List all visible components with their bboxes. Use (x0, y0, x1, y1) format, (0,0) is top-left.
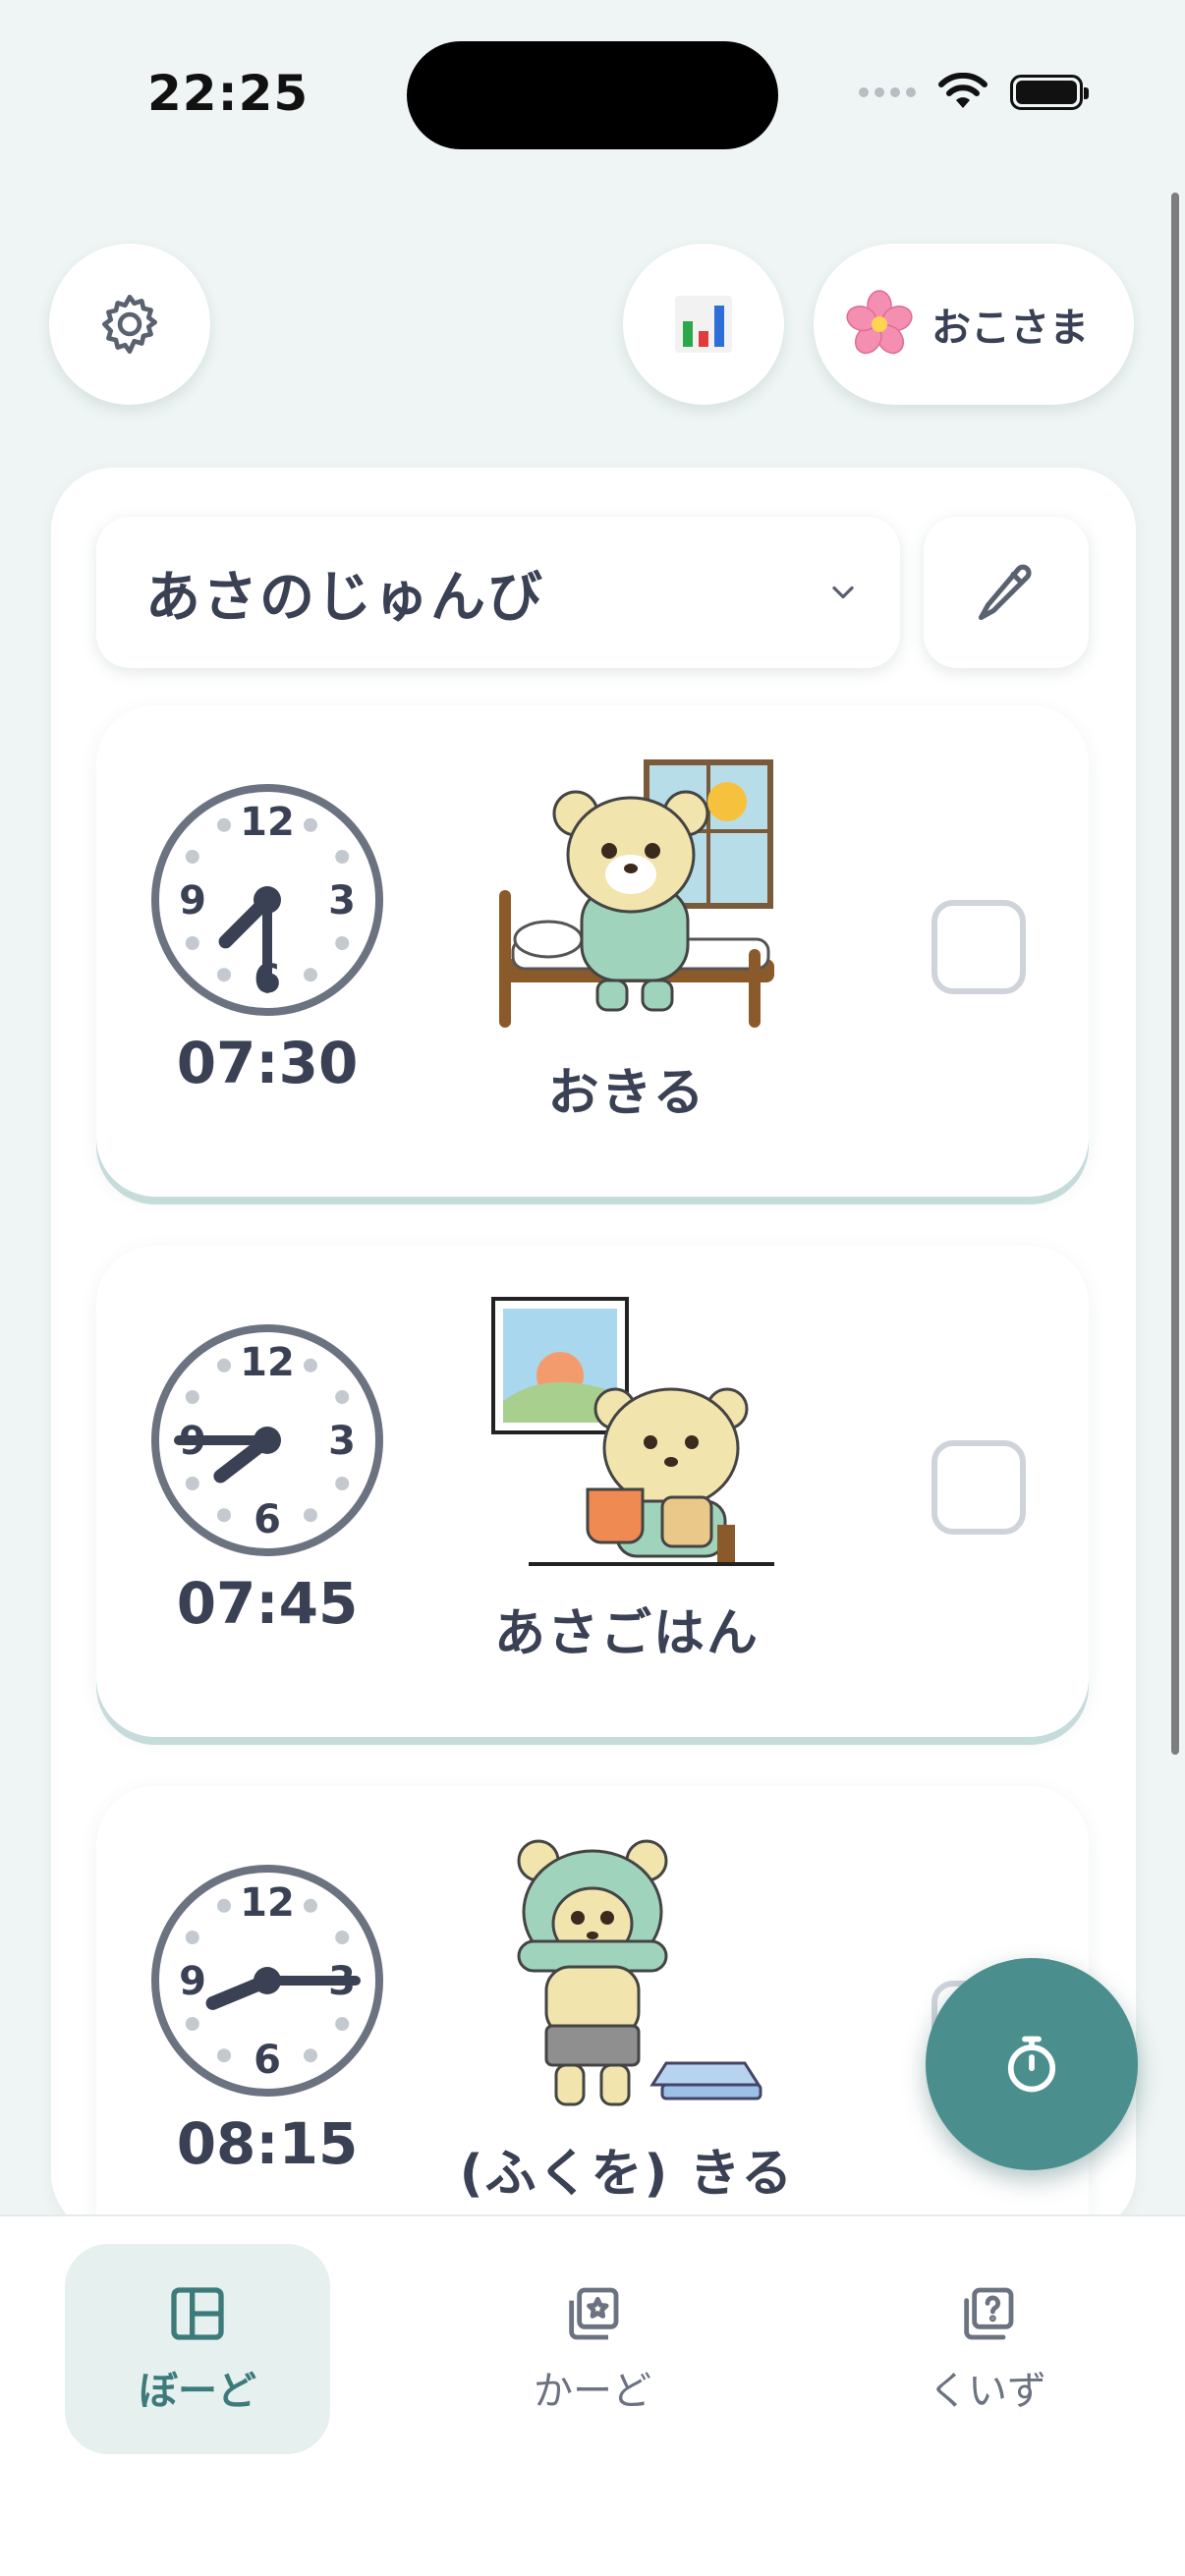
profile-button[interactable]: おこさま (814, 244, 1134, 405)
clock-tick (185, 1477, 199, 1490)
clock-tick (335, 1390, 350, 1404)
task-time: 08:15 (176, 2110, 359, 2177)
tab-quiz-label: くいず (929, 2369, 1046, 2414)
bear-getting-dressed-illustration (517, 1839, 762, 2106)
routine-dropdown[interactable]: あさのじゅんび (96, 517, 900, 668)
clock-tick (185, 1390, 199, 1404)
timer-button[interactable] (926, 1958, 1138, 2170)
stats-button[interactable] (623, 244, 784, 405)
analog-clock: 12 3 6 9 (151, 1865, 383, 2097)
clock-tick (304, 968, 317, 982)
clock-tick (185, 850, 199, 864)
task-time: 07:30 (176, 1030, 359, 1096)
clock-tick (217, 1898, 231, 1913)
status-time: 22:25 (147, 65, 310, 122)
tab-cards-label: かーど (534, 2369, 651, 2414)
cherry-blossom-icon (846, 290, 913, 355)
clock-number-9: 9 (179, 1959, 206, 2004)
clock-number-6: 6 (254, 2038, 281, 2083)
routine-title: あさのじゅんび (145, 565, 544, 630)
clock-number-3: 3 (328, 1419, 356, 1464)
tab-cards[interactable]: かーど (460, 2244, 725, 2454)
status-bar: 22:25 (0, 0, 1185, 187)
scroll-indicator[interactable] (1171, 193, 1179, 1755)
routine-board: あさのじゅんび 12 3 6 9 07:30 (51, 468, 1136, 2236)
clock-number-12: 12 (240, 1340, 295, 1385)
clock-tick (335, 936, 350, 950)
task-time: 07:45 (176, 1570, 359, 1637)
clock-number-12: 12 (240, 800, 295, 845)
profile-name: おこさま (931, 306, 1089, 351)
battery-icon (1010, 75, 1089, 110)
pencil-icon (978, 564, 1032, 621)
clock-tick (304, 817, 317, 832)
clock-number-3: 3 (328, 878, 356, 924)
clock-tick (185, 1931, 199, 1944)
clock-number-6: 6 (254, 1497, 281, 1542)
edit-routine-button[interactable] (924, 517, 1089, 668)
task-label: あさごはん (493, 1604, 760, 1663)
wifi-icon (938, 73, 988, 108)
clock-tick (335, 2017, 350, 2031)
status-icons (859, 73, 1089, 112)
bar-chart-icon (675, 296, 732, 353)
task-label: (ふくを) きる (459, 2145, 795, 2204)
clock-tick (217, 817, 231, 832)
clock-number-12: 12 (240, 1880, 295, 1926)
clock-tick (304, 1898, 317, 1913)
task-checkbox[interactable] (931, 900, 1026, 994)
cellular-signal-icon (859, 87, 916, 97)
dynamic-island (407, 41, 778, 149)
chevron-down-icon (832, 586, 854, 599)
tab-board-label: ぼーど (139, 2369, 256, 2414)
gear-icon (102, 294, 157, 355)
clock-number-9: 9 (179, 878, 206, 924)
analog-clock: 12 3 6 9 (151, 1324, 383, 1556)
clock-tick (304, 2048, 317, 2063)
task-checkbox[interactable] (931, 1440, 1026, 1535)
task-label: おきる (547, 1064, 706, 1123)
tab-board[interactable]: ぼーど (65, 2244, 330, 2454)
clock-tick (335, 850, 350, 864)
task-card[interactable]: 12 3 6 9 07:30 (96, 705, 1089, 1197)
clock-tick (185, 936, 199, 950)
clock-tick (217, 1358, 231, 1372)
clock-tick (335, 1931, 350, 1944)
clock-tick (217, 968, 231, 982)
tab-bar: ぼーど かーど くいず (0, 2214, 1185, 2576)
analog-clock: 12 3 6 9 (151, 784, 383, 1016)
clock-tick (217, 1508, 231, 1523)
bear-breakfast-illustration (491, 1297, 774, 1566)
clock-tick (304, 1358, 317, 1372)
settings-button[interactable] (49, 244, 210, 405)
quiz-icon (964, 2287, 1014, 2340)
clock-tick (335, 1477, 350, 1490)
board-icon (171, 2287, 224, 2340)
cards-icon (569, 2287, 619, 2340)
bear-waking-up-illustration (499, 759, 774, 1028)
clock-tick (304, 1508, 317, 1523)
task-card[interactable]: 12 3 6 9 07:45 あさごはん (96, 1246, 1089, 1737)
tab-quiz[interactable]: くいず (855, 2244, 1120, 2454)
clock-tick (217, 2048, 231, 2063)
timer-icon (1007, 2036, 1056, 2093)
clock-tick (185, 2017, 199, 2031)
